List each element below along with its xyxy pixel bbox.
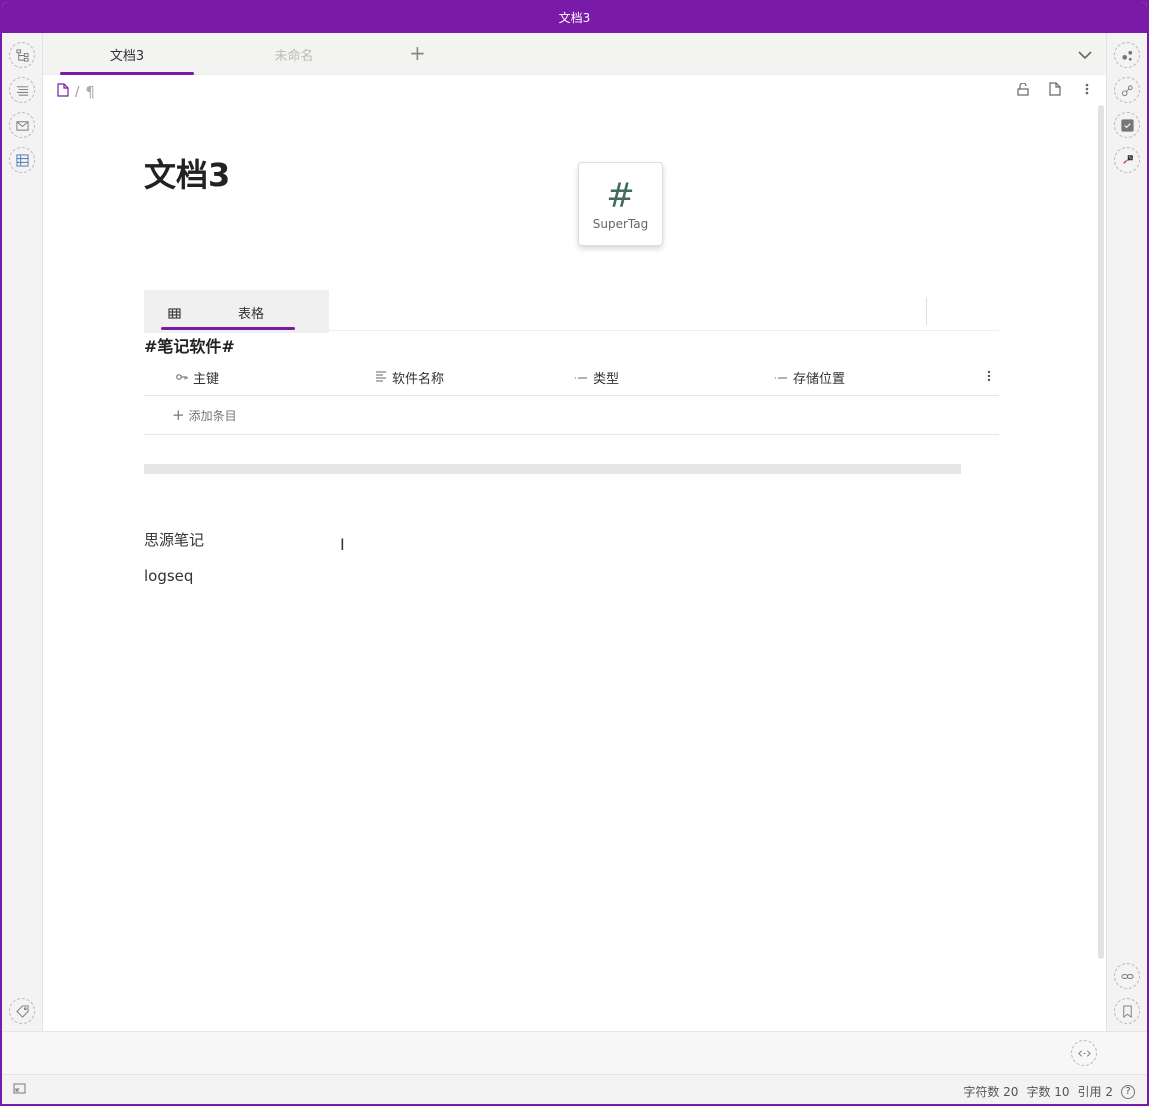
column-header-location[interactable]: 存储位置	[774, 368, 845, 387]
fullscreen-icon[interactable]	[13, 1083, 26, 1097]
scrollbar[interactable]	[1098, 105, 1104, 959]
backlinks-icon[interactable]	[1114, 112, 1140, 138]
paragraph-icon[interactable]: ¶	[85, 83, 95, 101]
add-tab-icon[interactable]: +	[409, 43, 426, 63]
add-row-button[interactable]: + 添加条目	[144, 396, 999, 435]
database-view-tabs: 表格	[144, 290, 329, 333]
tab-document3[interactable]: 文档3	[60, 33, 194, 75]
database-name[interactable]: #笔记软件#	[144, 333, 235, 357]
view-divider	[926, 297, 927, 325]
bottom-panel	[2, 1031, 1147, 1074]
scroll-track[interactable]	[144, 464, 961, 474]
plus-icon: +	[172, 406, 185, 424]
ai-icon[interactable]	[1114, 147, 1140, 173]
file-tree-icon[interactable]	[9, 42, 35, 68]
hash-icon: #	[606, 176, 635, 216]
word-count: 字数 10	[1026, 1085, 1070, 1099]
column-header-type[interactable]: 类型	[574, 368, 619, 387]
graph-icon[interactable]	[1114, 42, 1140, 68]
ref-count[interactable]: 引用 2	[1078, 1083, 1113, 1100]
text-cursor-icon: I	[340, 535, 345, 554]
inbox-icon[interactable]	[9, 112, 35, 138]
app-window: 文档3 文档3 未命名 + / ¶ 文档3 # SuperTag 表格 #笔记软…	[2, 2, 1147, 1104]
tab-label: 文档3	[109, 48, 145, 64]
column-label: 软件名称	[392, 372, 445, 387]
status-counts: 字符数 20 字数 10 引用 2 ?	[963, 1083, 1135, 1100]
title-bar: 文档3	[2, 2, 1147, 33]
unlock-icon[interactable]	[1016, 82, 1030, 96]
editor-toolbar	[1016, 82, 1094, 96]
select-icon	[574, 371, 588, 384]
global-graph-icon[interactable]	[1114, 77, 1140, 103]
breadcrumb: / ¶	[57, 83, 95, 101]
bookmark-icon[interactable]	[1114, 998, 1140, 1024]
document-icon[interactable]	[57, 83, 69, 101]
column-label: 类型	[593, 372, 620, 387]
code-toggle-icon[interactable]	[1071, 1040, 1097, 1066]
text-icon	[375, 370, 387, 385]
char-count: 字符数 20	[963, 1085, 1019, 1099]
table-header: 主键 软件名称 类型 存储位置	[144, 358, 999, 396]
column-header-key[interactable]: 主键	[176, 368, 219, 387]
view-divider-line	[329, 330, 999, 331]
tab-untitled[interactable]: 未命名	[227, 33, 361, 75]
view-tab-table[interactable]: 表格	[238, 303, 264, 322]
tag-icon[interactable]	[9, 998, 35, 1024]
editor: / ¶ 文档3 # SuperTag 表格 #笔记软件# 主键 软件名称 类型 …	[43, 75, 1106, 1031]
column-header-name[interactable]: 软件名称	[375, 368, 444, 387]
document-title[interactable]: 文档3	[144, 150, 230, 196]
help-icon[interactable]: ?	[1121, 1084, 1135, 1099]
tab-bar: 文档3 未命名 +	[43, 33, 1106, 75]
column-label: 存储位置	[793, 372, 846, 387]
more-vertical-icon[interactable]	[1080, 82, 1094, 96]
paragraph[interactable]: 思源笔记	[144, 529, 204, 550]
outline-icon[interactable]	[9, 77, 35, 103]
table-icon[interactable]	[168, 304, 181, 323]
supertag-label: SuperTag	[592, 217, 649, 231]
chevron-down-icon[interactable]	[1078, 45, 1092, 64]
more-vertical-icon[interactable]	[987, 367, 991, 386]
window-title: 文档3	[558, 11, 591, 25]
left-dock	[2, 33, 43, 1031]
column-label: 主键	[193, 372, 220, 387]
view-tab-underline	[161, 327, 295, 330]
status-bar: 字符数 20 字数 10 引用 2 ?	[2, 1074, 1147, 1104]
database-list-icon[interactable]	[9, 147, 35, 173]
link-icon[interactable]	[1114, 963, 1140, 989]
doc-info-icon[interactable]	[1048, 82, 1062, 96]
key-icon	[176, 371, 188, 384]
tab-label: 未命名	[274, 48, 314, 64]
add-row-label: 添加条目	[188, 408, 237, 423]
supertag-card[interactable]: # SuperTag	[578, 162, 663, 246]
paragraph[interactable]: logseq	[144, 567, 193, 585]
right-dock	[1106, 33, 1147, 1031]
select-icon	[774, 371, 788, 384]
breadcrumb-separator: /	[75, 84, 80, 100]
